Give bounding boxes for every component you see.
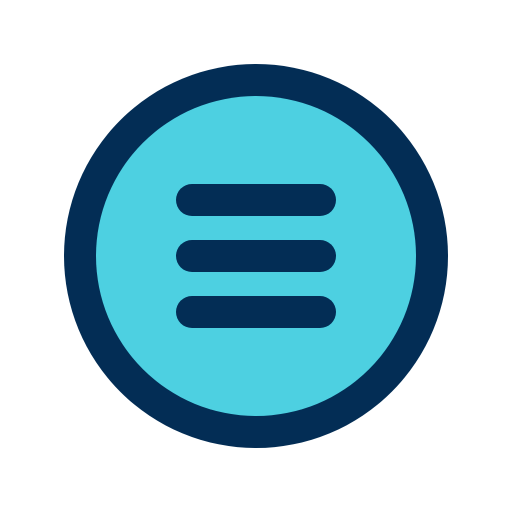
icon-canvas xyxy=(0,0,512,512)
menu-button[interactable] xyxy=(0,0,512,512)
hamburger-menu-icon xyxy=(64,64,448,448)
